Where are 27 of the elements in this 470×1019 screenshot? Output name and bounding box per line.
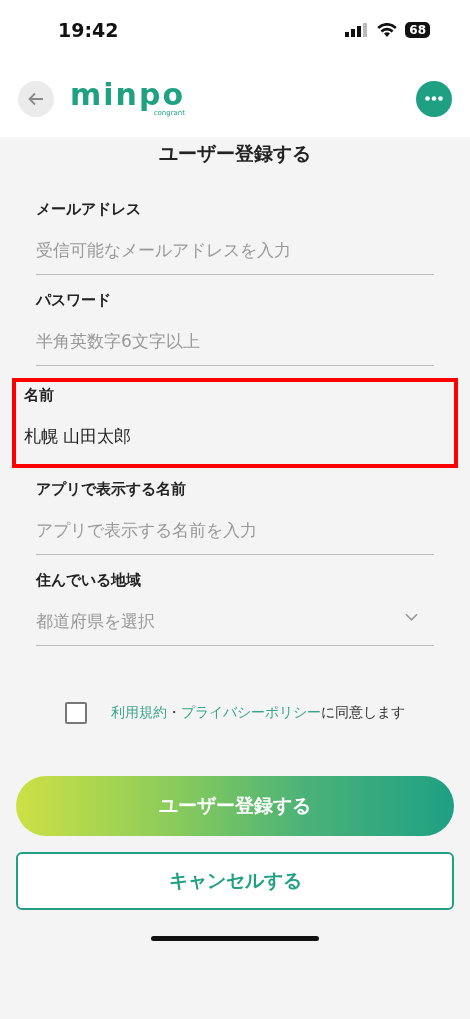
- signal-icon: [345, 23, 370, 37]
- register-button[interactable]: ユーザー登録する: [16, 775, 454, 836]
- input-field[interactable]: 受信可能なメールアドレスを入力: [36, 220, 434, 274]
- wifi-icon: [377, 23, 398, 37]
- cancel-button[interactable]: キャンセルする: [16, 851, 454, 910]
- input-field[interactable]: 札幌 山田太郎: [24, 406, 434, 460]
- page-title: ユーザー登録する: [158, 141, 312, 166]
- field-label: パスワード: [36, 289, 112, 311]
- field-label: アプリで表示する名前: [36, 478, 187, 500]
- back-button[interactable]: [18, 80, 54, 117]
- privacy-policy-link[interactable]: プライバシーポリシー: [181, 704, 321, 720]
- more-button[interactable]: [416, 80, 452, 117]
- more-icon: [425, 96, 443, 101]
- field-label: 名前: [24, 384, 55, 406]
- logo-text: minpo: [70, 80, 185, 110]
- input-field[interactable]: 半角英数字6文字以上: [36, 311, 434, 365]
- battery-level: 68: [405, 22, 430, 38]
- select-field[interactable]: 都道府県を選択: [36, 591, 434, 645]
- clock-time: 19:42: [58, 17, 119, 43]
- terms-link[interactable]: 利用規約: [111, 704, 167, 720]
- back-arrow-icon: [28, 91, 44, 106]
- field-label: メールアドレス: [36, 198, 142, 220]
- input-field[interactable]: アプリで表示する名前を入力: [36, 500, 434, 554]
- field-label: 住んでいる地域: [36, 569, 142, 591]
- agreement-text: 利用規約・プライバシーポリシーに同意します: [111, 703, 405, 722]
- chevron-down-icon: [405, 613, 418, 623]
- agree-checkbox[interactable]: [65, 701, 87, 724]
